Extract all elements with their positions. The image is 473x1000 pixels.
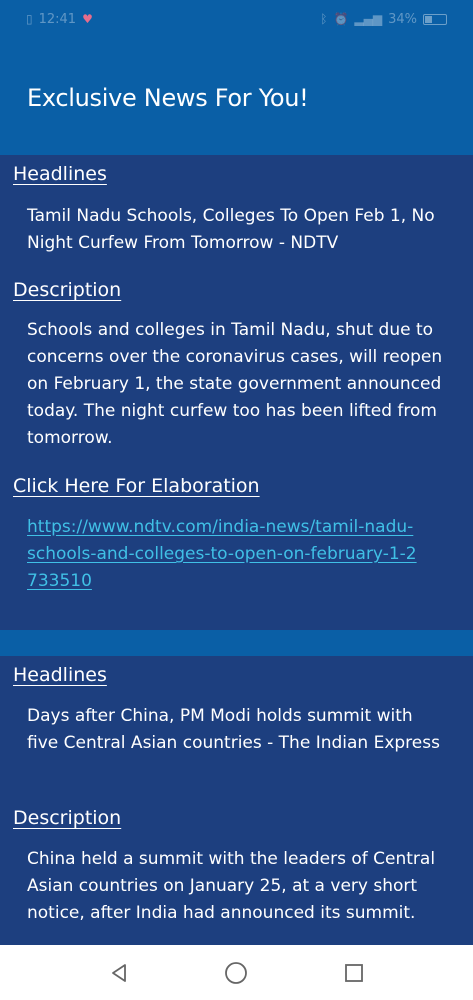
alarm-icon: ⏰ [333, 12, 349, 26]
description-label: Description [13, 279, 122, 301]
signal-icon: ▂▄▆ [354, 12, 383, 26]
app-header: Exclusive News For You! [0, 38, 473, 155]
description-text: China held a summit with the leaders of … [27, 849, 436, 923]
status-bar: ▯ 12:41 ♥ ᛒ ⏰ ▂▄▆ 34% [0, 0, 473, 38]
description-text: Schools and colleges in Tamil Nadu, shut… [27, 320, 443, 448]
article-link[interactable]: https://www.ndtv.com/india-news/tamil-na… [27, 514, 417, 595]
elaboration-label: Click Here For Elaboration [13, 475, 260, 497]
description-label: Description [13, 807, 122, 829]
square-recents-icon [345, 963, 364, 982]
headline-text: Tamil Nadu Schools, Colleges To Open Feb… [27, 206, 435, 253]
recents-button[interactable] [334, 953, 374, 993]
news-card: Headlines Tamil Nadu Schools, Colleges T… [0, 155, 473, 630]
heart-icon: ♥ [82, 12, 93, 26]
headline-label: Headlines [13, 163, 107, 185]
navigation-bar [0, 945, 473, 1000]
page-title: Exclusive News For You! [27, 84, 309, 112]
status-right: ᛒ ⏰ ▂▄▆ 34% [320, 12, 447, 27]
home-button[interactable] [216, 953, 256, 993]
battery-percent: 34% [388, 11, 417, 27]
headline-text: Days after China, PM Modi holds summit w… [27, 706, 440, 753]
sim-icon: ▯ [26, 12, 33, 26]
bluetooth-icon: ᛒ [320, 12, 328, 26]
status-time: 12:41 [38, 11, 77, 27]
triangle-back-icon [111, 963, 126, 982]
circle-home-icon [225, 961, 248, 984]
headline-label: Headlines [13, 664, 107, 686]
battery-icon [423, 13, 447, 25]
status-left: ▯ 12:41 ♥ [26, 12, 93, 27]
back-button[interactable] [99, 953, 139, 993]
news-card: Headlines Days after China, PM Modi hold… [0, 656, 473, 945]
